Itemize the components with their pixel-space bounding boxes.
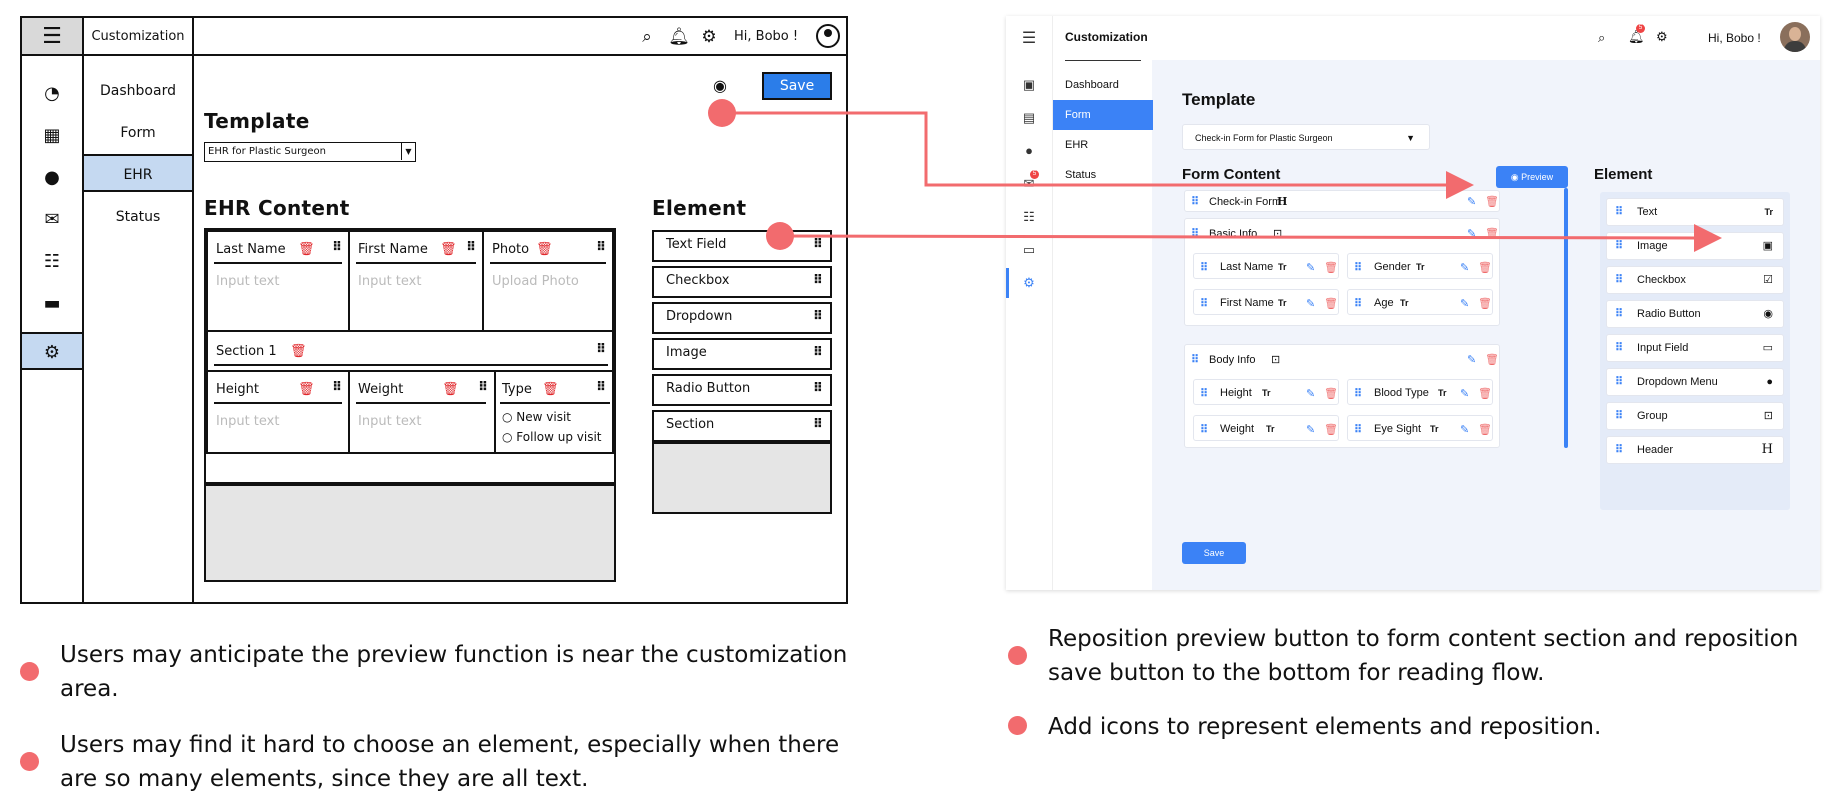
note-left-2: Users may find it hard to choose an elem… (60, 732, 840, 792)
preview-arrow (722, 111, 1448, 187)
preview-arrow-origin (708, 99, 736, 127)
note-bullet (20, 752, 39, 771)
note-right-2: Add icons to represent elements and repo… (1048, 714, 1602, 740)
note-bullet (20, 662, 39, 681)
element-arrow (779, 234, 1697, 240)
note-bullet (1008, 646, 1027, 665)
preview-arrowhead (1446, 171, 1474, 199)
note-left-1: Users may anticipate the preview functio… (60, 642, 848, 702)
note-bullet (1008, 716, 1027, 735)
element-arrowhead (1694, 224, 1722, 252)
note-right-1: Reposition preview button to form conten… (1048, 626, 1799, 686)
element-arrow-origin (766, 222, 794, 250)
